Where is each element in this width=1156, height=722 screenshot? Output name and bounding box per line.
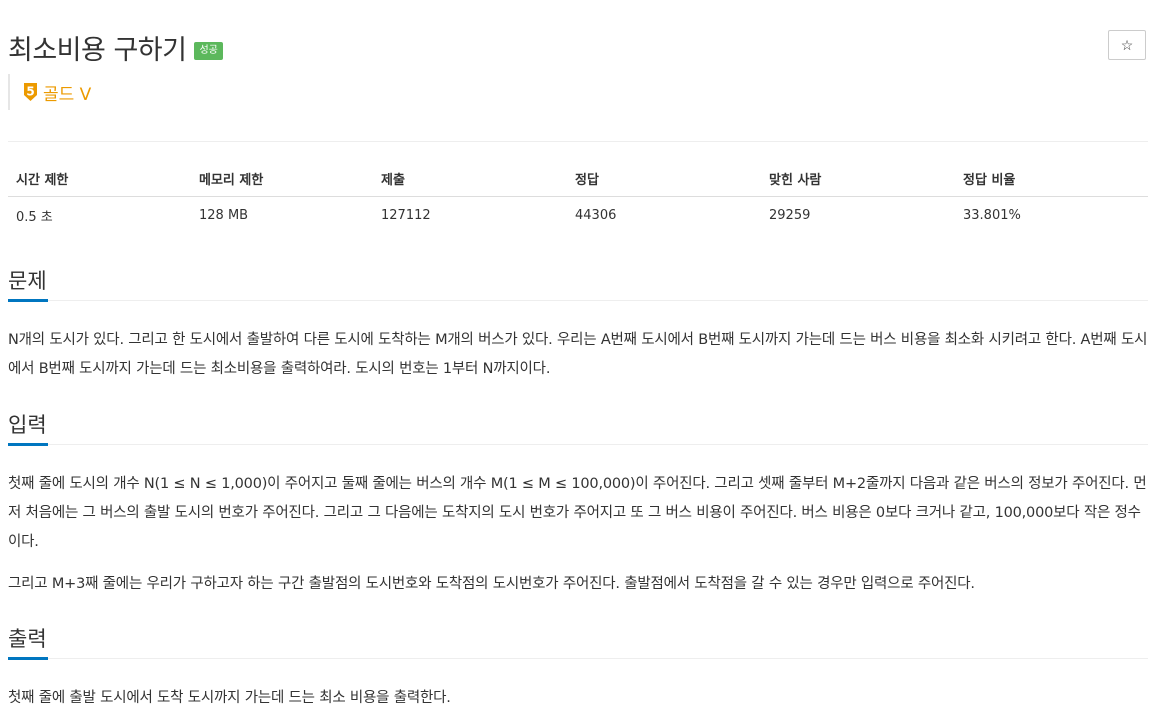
tier-shield-icon[interactable]: 5 bbox=[23, 82, 38, 102]
input-section-rule bbox=[8, 444, 1148, 445]
stats-header-row: 시간 제한 메모리 제한 제출 정답 맞힌 사람 정답 비율 bbox=[8, 160, 1148, 197]
input-section-underline bbox=[8, 443, 48, 446]
value-accept-ratio: 33.801% bbox=[963, 207, 1021, 223]
value-submissions: 127112 bbox=[381, 207, 431, 223]
problem-section-rule bbox=[8, 300, 1148, 301]
tier-number: 5 bbox=[26, 85, 34, 99]
tier-row: 5 골드 V bbox=[8, 74, 91, 110]
tier-label[interactable]: 골드 V bbox=[43, 80, 91, 105]
input-description-2: 그리고 M+3째 줄에는 우리가 구하고자 하는 구간 출발점의 도시번호와 도… bbox=[8, 576, 975, 592]
header-accepted: 정답 bbox=[567, 160, 761, 197]
star-button[interactable]: ☆ bbox=[1108, 30, 1146, 60]
value-time-limit: 0.5 초 bbox=[16, 209, 53, 225]
output-section-rule bbox=[8, 658, 1148, 659]
page-title: 최소비용 구하기 bbox=[8, 35, 187, 66]
header-divider bbox=[8, 141, 1148, 142]
problem-description: N개의 도시가 있다. 그리고 한 도시에서 출발하여 다른 도시에 도착하는 … bbox=[8, 332, 1148, 377]
value-solvers: 29259 bbox=[769, 207, 811, 223]
problem-info-table: 시간 제한 메모리 제한 제출 정답 맞힌 사람 정답 비율 0.5 초 128… bbox=[8, 160, 1148, 233]
output-section-underline bbox=[8, 657, 48, 660]
problem-section-heading: 문제 bbox=[8, 269, 47, 293]
title-row: 최소비용 구하기 성공 bbox=[8, 28, 223, 67]
header-time-limit: 시간 제한 bbox=[8, 160, 191, 197]
output-section-heading: 출력 bbox=[8, 627, 47, 651]
status-badge: 성공 bbox=[194, 41, 223, 60]
input-description-1: 첫째 줄에 도시의 개수 N(1 ≤ N ≤ 1,000)이 주어지고 둘째 줄… bbox=[8, 476, 1147, 550]
problem-section-underline bbox=[8, 299, 48, 302]
input-section-heading: 입력 bbox=[8, 413, 47, 437]
value-memory-limit: 128 MB bbox=[199, 207, 249, 223]
star-icon: ☆ bbox=[1120, 36, 1134, 53]
stats-value-row: 0.5 초 128 MB 127112 44306 29259 33.801% bbox=[8, 197, 1148, 234]
header-accept-ratio: 정답 비율 bbox=[955, 160, 1148, 197]
header-submissions: 제출 bbox=[373, 160, 567, 197]
output-description: 첫째 줄에 출발 도시에서 도착 도시까지 가는데 드는 최소 비용을 출력한다… bbox=[8, 690, 451, 706]
header-solvers: 맞힌 사람 bbox=[761, 160, 955, 197]
value-accepted: 44306 bbox=[575, 207, 617, 223]
header-memory-limit: 메모리 제한 bbox=[191, 160, 373, 197]
